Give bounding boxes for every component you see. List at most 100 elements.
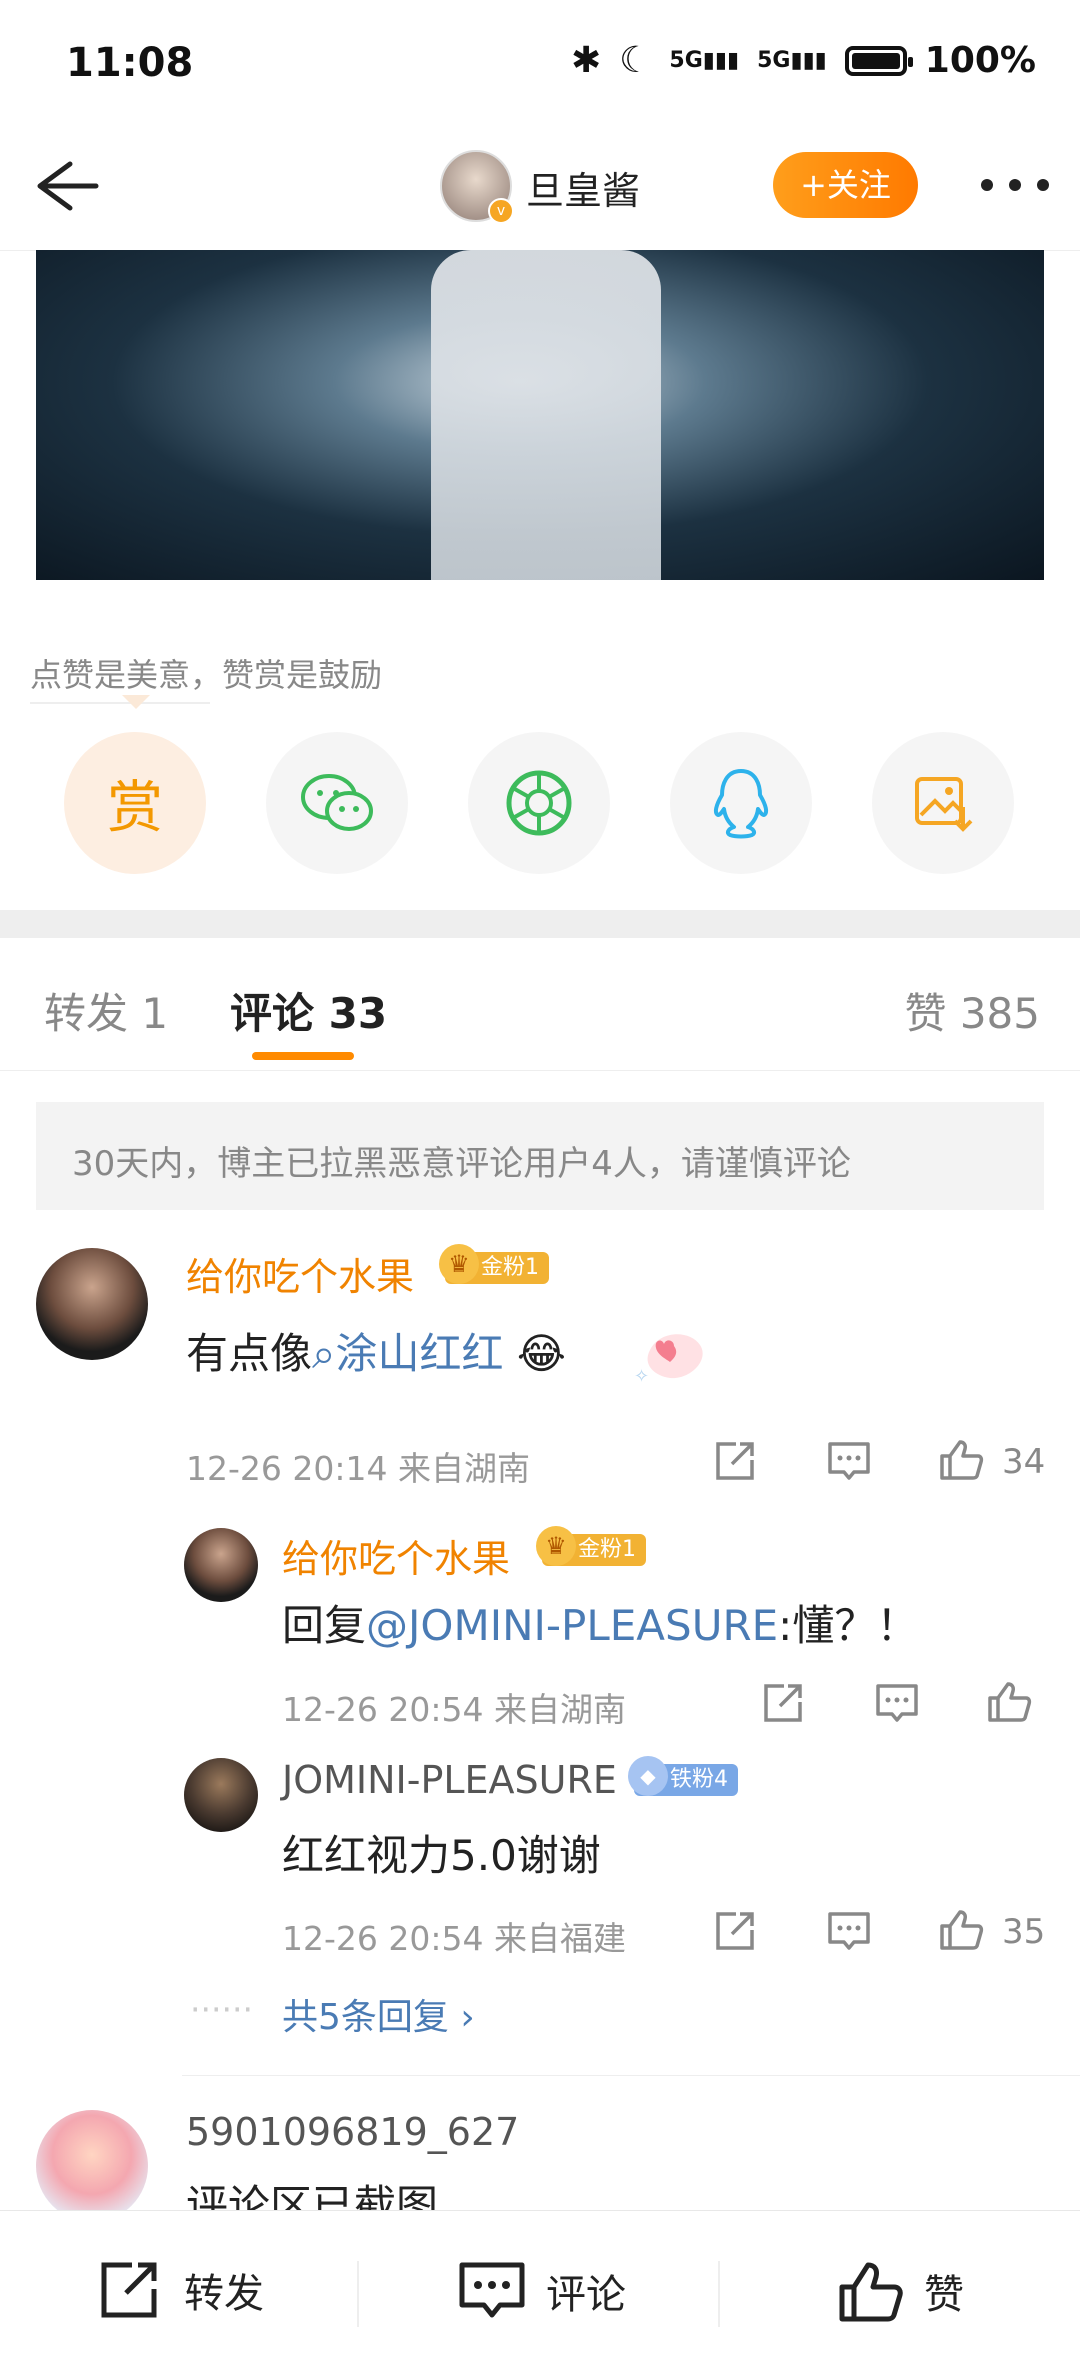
- repost-icon: [101, 2262, 157, 2318]
- chevron-right-icon: ›: [460, 1997, 475, 2038]
- moon-icon: ☾: [619, 40, 652, 81]
- reply-location: 来自湖南: [493, 1690, 626, 1729]
- commenter-name[interactable]: 给你吃个水果: [186, 1246, 414, 1301]
- reply-avatar[interactable]: [184, 1758, 258, 1832]
- reply-icon[interactable]: [826, 1438, 872, 1484]
- comment-location: 来自湖南: [397, 1449, 530, 1488]
- bottom-repost-button[interactable]: 转发: [98, 2259, 264, 2321]
- like-icon[interactable]: [986, 1678, 1032, 1724]
- tab-comment[interactable]: 评论 33: [230, 980, 387, 1041]
- top-nav: v 旦皇酱 +关注: [0, 120, 1080, 251]
- bluetooth-icon: ✱: [570, 40, 602, 81]
- bottom-like-label: 赞: [924, 2272, 964, 2318]
- reply-user-name[interactable]: 给你吃个水果: [282, 1528, 510, 1583]
- save-image-button[interactable]: [872, 732, 1014, 874]
- crown-icon: ♛: [439, 1244, 479, 1284]
- repost-icon[interactable]: [712, 1438, 758, 1484]
- share-wechat-button[interactable]: [266, 732, 408, 874]
- status-time: 11:08: [66, 40, 194, 86]
- bottom-action-bar: 转发 评论 赞: [0, 2210, 1080, 2377]
- save-image-icon: [915, 777, 973, 832]
- bottom-like-button[interactable]: 赞: [838, 2259, 964, 2323]
- commenter-avatar[interactable]: [36, 1248, 148, 1360]
- section-separator: [0, 910, 1080, 938]
- reply-user-name[interactable]: JOMINI-PLEASURE: [282, 1758, 617, 1802]
- like-count: 35: [1002, 1912, 1046, 1952]
- repost-icon[interactable]: [760, 1680, 806, 1726]
- fan-badge: ◆ 铁粉4: [628, 1756, 738, 1796]
- reply-meta: 12-26 20:54 来自福建: [282, 1912, 626, 1960]
- comment-meta: 12-26 20:14 来自湖南: [186, 1442, 530, 1490]
- comment-text: 有点像⌕涂山红红 😂: [186, 1320, 566, 1381]
- comment-notice-text: 30天内，博主已拉黑恶意评论用户4人，请谨慎评论: [72, 1144, 851, 1184]
- reply-text: 红红视力5.0谢谢: [282, 1831, 601, 1880]
- reply-text-prefix: 回复: [282, 1601, 367, 1650]
- commenter-avatar[interactable]: [36, 2110, 148, 2222]
- tab-repost[interactable]: 转发 1: [44, 980, 168, 1041]
- share-qq-button[interactable]: [670, 732, 812, 874]
- fan-badge-label: 金粉1: [481, 1255, 539, 1280]
- comment-time: 12-26 20:14: [186, 1449, 388, 1488]
- search-icon[interactable]: ⌕: [312, 1329, 336, 1378]
- tabs-divider: [0, 1070, 1080, 1071]
- bottom-separator: [718, 2261, 720, 2327]
- reward-tip-divider: [30, 702, 210, 704]
- more-replies-link[interactable]: 共5条回复 ›: [282, 1988, 475, 2040]
- repost-icon[interactable]: [712, 1908, 758, 1954]
- reward-label: 赏: [107, 775, 163, 841]
- reply-time: 12-26 20:54: [282, 1919, 484, 1958]
- comment-divider: [182, 2075, 1080, 2076]
- bottom-separator: [357, 2261, 359, 2327]
- signal-5g-icon: 5G▮▮▮: [757, 48, 827, 73]
- reply-avatar[interactable]: [184, 1528, 258, 1602]
- battery-level: 100%: [924, 40, 1036, 81]
- more-options-icon[interactable]: [975, 160, 1055, 210]
- comment-icon: [459, 2262, 525, 2318]
- qq-icon: [713, 769, 769, 839]
- comment-text-prefix: 有点像: [186, 1329, 313, 1378]
- like-count: 34: [1002, 1442, 1046, 1482]
- tab-like[interactable]: 赞 385: [904, 980, 1040, 1041]
- bottom-repost-label: 转发: [184, 2271, 264, 2317]
- moments-icon: [506, 770, 572, 836]
- reply-text-suffix: :懂？！: [778, 1601, 919, 1650]
- battery-icon: [844, 45, 913, 76]
- signal-5g-icon: 5G▮▮▮: [669, 48, 740, 73]
- bottom-comment-button[interactable]: 评论: [458, 2259, 626, 2323]
- mention-link[interactable]: @JOMINI-PLEASURE: [366, 1601, 778, 1650]
- like-icon: [839, 2262, 903, 2322]
- comment-bubble-decoration-icon: ✧: [634, 1334, 703, 1387]
- reply-text: 回复@JOMINI-PLEASURE:懂？！: [282, 1592, 918, 1653]
- post-video-frame[interactable]: [36, 250, 1044, 580]
- fan-badge-label: 金粉1: [578, 1537, 636, 1562]
- comment-notice: 30天内，博主已拉黑恶意评论用户4人，请谨慎评论: [36, 1102, 1044, 1210]
- reply-icon[interactable]: [826, 1908, 872, 1954]
- status-bar: 11:08 ✱ ☾ 5G▮▮▮ 5G▮▮▮ 100%: [0, 0, 1080, 120]
- reward-tip: 点赞是美意，赞赏是鼓励: [30, 656, 383, 694]
- verified-badge-icon: v: [488, 198, 514, 224]
- wechat-icon: [301, 774, 373, 831]
- bottom-comment-label: 评论: [546, 2272, 626, 2318]
- video-figure: [431, 250, 661, 580]
- topic-link[interactable]: 涂山红红: [336, 1329, 504, 1378]
- like-icon[interactable]: [938, 1436, 984, 1482]
- share-moments-button[interactable]: [468, 732, 610, 874]
- fan-badge: ♛ 金粉1: [536, 1526, 646, 1566]
- svg-text:✧: ✧: [634, 1366, 649, 1387]
- commenter-name[interactable]: 5901096819_627: [186, 2110, 519, 2154]
- reply-location: 来自福建: [493, 1919, 626, 1958]
- fan-badge: ♛ 金粉1: [439, 1244, 549, 1284]
- fan-badge-label: 铁粉4: [670, 1767, 728, 1792]
- back-arrow-icon[interactable]: [30, 156, 100, 216]
- author-nickname[interactable]: 旦皇酱: [526, 160, 640, 215]
- more-replies-dots: ······: [190, 1990, 253, 2029]
- follow-button[interactable]: +关注: [773, 152, 918, 218]
- reply-time: 12-26 20:54: [282, 1690, 484, 1729]
- diamond-icon: ◆: [628, 1756, 668, 1796]
- reply-meta: 12-26 20:54 来自湖南: [282, 1683, 626, 1731]
- crown-icon: ♛: [536, 1526, 576, 1566]
- like-icon[interactable]: [938, 1906, 984, 1952]
- reward-tip-pointer: [122, 695, 150, 709]
- reward-button[interactable]: 赏: [64, 732, 206, 874]
- reply-icon[interactable]: [874, 1680, 920, 1726]
